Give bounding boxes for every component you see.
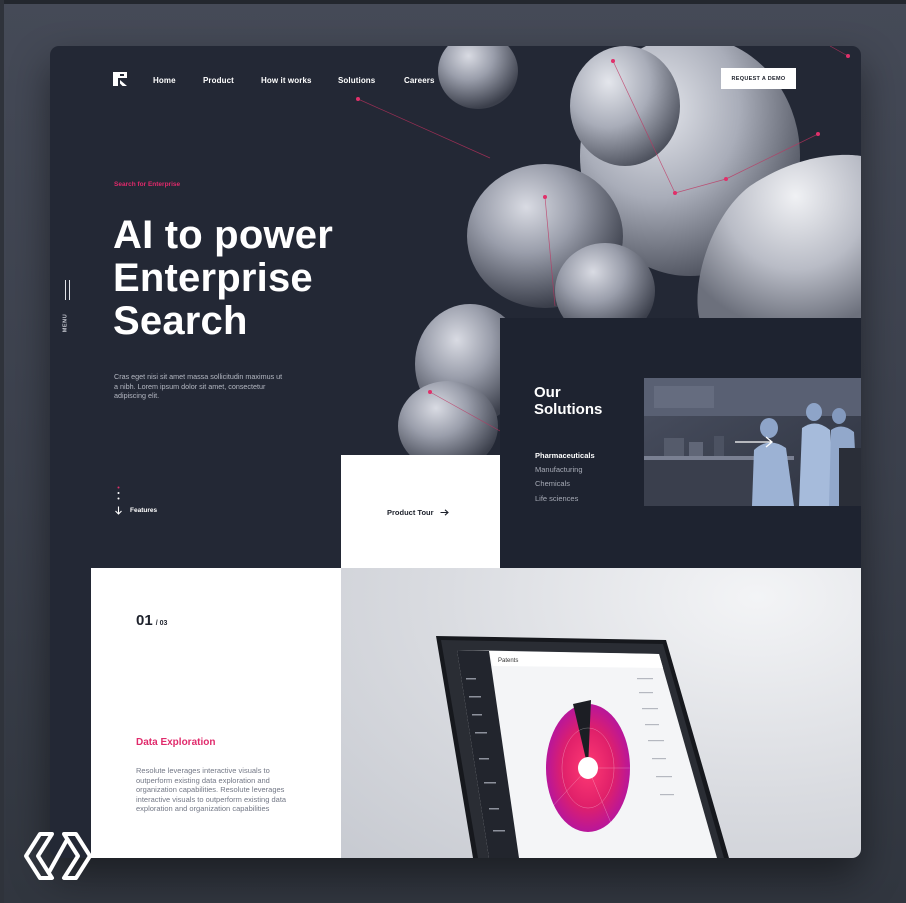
request-demo-button[interactable]: REQUEST A DEMO (721, 68, 796, 89)
nav-home[interactable]: Home (153, 76, 176, 85)
arrow-right-icon (440, 509, 449, 516)
slide-total: / 03 (155, 620, 168, 627)
solutions-title-line-2: Solutions (534, 401, 603, 418)
product-tour-label: Product Tour (387, 508, 434, 517)
solution-item-life-sciences[interactable]: Life sciences (535, 492, 595, 506)
nav-product[interactable]: Product (203, 76, 234, 85)
feature-description: Resolute leverages interactive visuals t… (136, 766, 287, 814)
side-menu-toggle[interactable]: MENU (62, 278, 74, 338)
solutions-list: Pharmaceuticals Manufacturing Chemicals … (535, 449, 595, 506)
nav-how-it-works[interactable]: How it works (261, 76, 312, 85)
menu-bars-icon (65, 280, 71, 300)
hero-eyebrow: Search for Enterprise (114, 181, 181, 188)
features-link[interactable]: Features (114, 506, 157, 515)
arrow-down-icon (115, 506, 122, 515)
solutions-title-line-1: Our (534, 384, 561, 401)
left-edge (0, 0, 4, 903)
slide-current: 01 (136, 612, 153, 629)
feature-slide-panel: 01 / 03 Data Exploration Resolute levera… (91, 568, 341, 858)
menu-label: MENU (62, 313, 69, 333)
solutions-panel: Our Solutions Pharmaceuticals Manufactur… (500, 318, 861, 568)
watermark-logo-icon (24, 832, 92, 880)
landing-page-card: Home Product How it works Solutions Care… (50, 46, 861, 858)
laptop-mockup-image: Patents (436, 636, 729, 858)
solution-item-chemicals[interactable]: Chemicals (535, 477, 595, 491)
hero-headline: AI to power Enterprise Search (113, 214, 433, 343)
solutions-title: Our Solutions (534, 384, 602, 418)
headline-line-1: AI to power (113, 213, 333, 257)
solution-item-pharmaceuticals[interactable]: Pharmaceuticals (535, 449, 595, 463)
solution-item-manufacturing[interactable]: Manufacturing (535, 463, 595, 477)
features-label: Features (130, 507, 158, 514)
hero-lead: Cras eget nisi sit amet massa sollicitud… (114, 372, 283, 400)
lab-scientists-photo[interactable] (644, 378, 861, 506)
laptop-screen-title: Patents (498, 658, 518, 664)
headline-line-3: Search (113, 299, 248, 343)
scroll-dots-icon (117, 486, 120, 500)
resolute-logo-icon[interactable] (113, 72, 127, 86)
product-tour-panel: Product Tour (341, 455, 500, 568)
nav-solutions[interactable]: Solutions (338, 76, 375, 85)
slide-counter: 01 / 03 (136, 612, 167, 629)
headline-line-2: Enterprise (113, 256, 313, 300)
top-strip (0, 0, 906, 4)
feature-title: Data Exploration (136, 737, 216, 748)
product-tour-button[interactable]: Product Tour (387, 508, 449, 517)
nav-careers[interactable]: Careers (404, 76, 435, 85)
laptop-showcase: Patents (341, 568, 861, 858)
